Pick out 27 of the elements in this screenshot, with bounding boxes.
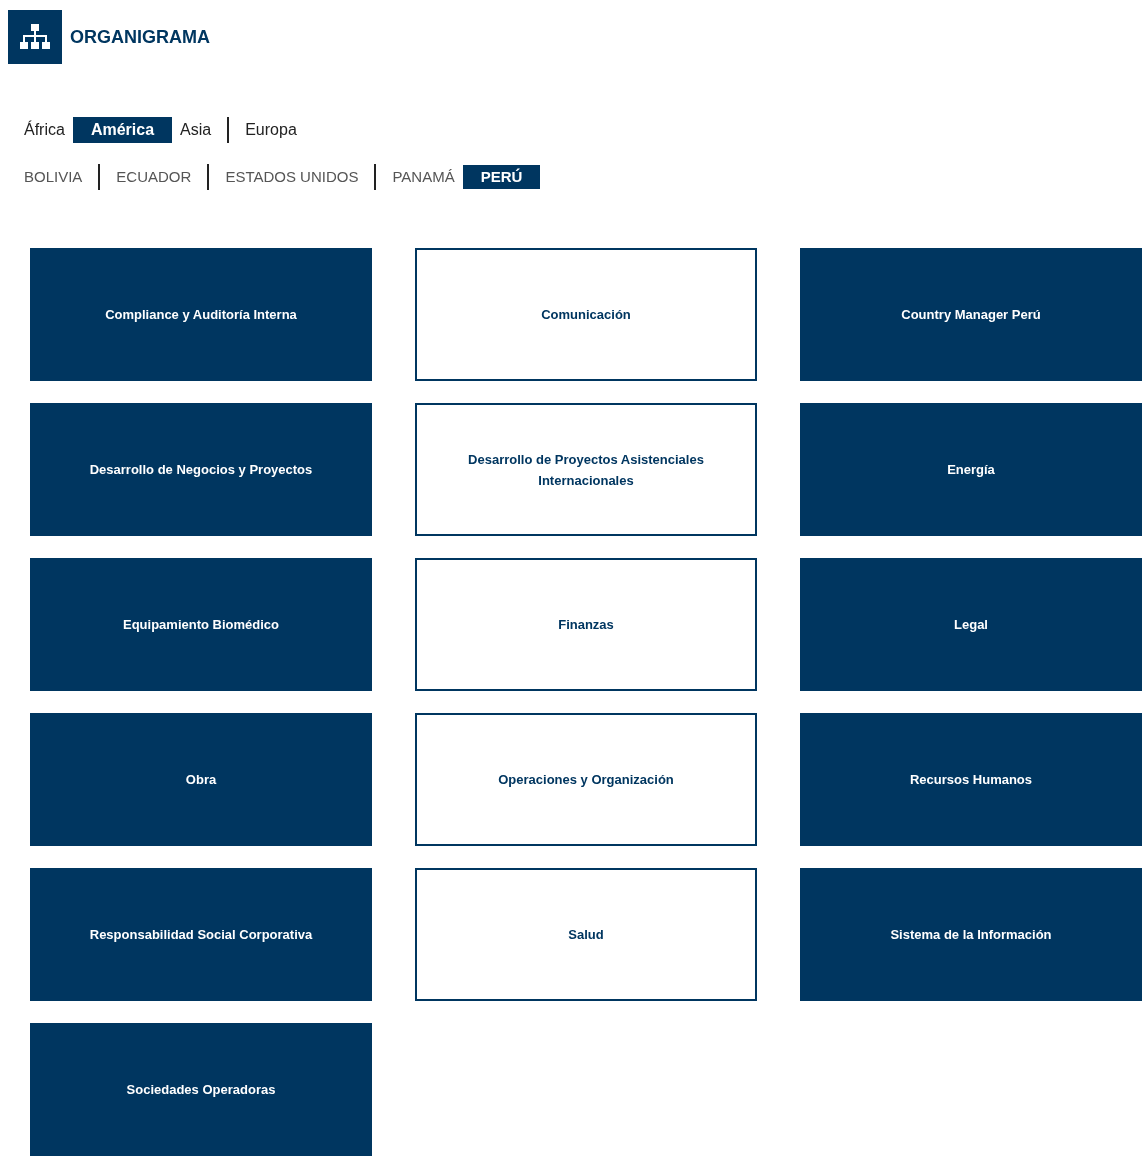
department-card[interactable]: Comunicación (415, 248, 757, 381)
department-card[interactable]: Compliance y Auditoría Interna (30, 248, 372, 381)
region-tab[interactable]: Asia (172, 117, 220, 143)
department-card[interactable]: Finanzas (415, 558, 757, 691)
country-tab[interactable]: PERÚ (462, 164, 541, 190)
country-tab[interactable]: PANAMÁ (384, 164, 463, 190)
department-card[interactable]: Salud (415, 868, 757, 1001)
country-tab[interactable]: ECUADOR (108, 164, 200, 190)
department-card[interactable]: Sociedades Operadoras (30, 1023, 372, 1156)
org-chart-icon (8, 10, 62, 64)
department-card[interactable]: Equipamiento Biomédico (30, 558, 372, 691)
department-card[interactable]: Country Manager Perú (800, 248, 1142, 381)
region-tab[interactable]: África (16, 117, 73, 143)
department-card[interactable]: Recursos Humanos (800, 713, 1142, 846)
region-tab[interactable]: América (72, 117, 173, 143)
department-card[interactable]: Desarrollo de Negocios y Proyectos (30, 403, 372, 536)
department-card[interactable]: Desarrollo de Proyectos Asistenciales Internacionales (415, 403, 757, 536)
department-card[interactable]: Operaciones y Organización (415, 713, 757, 846)
department-card[interactable]: Energía (800, 403, 1142, 536)
department-card[interactable]: Obra (30, 713, 372, 846)
department-card[interactable]: Responsabilidad Social Corporativa (30, 868, 372, 1001)
country-tab[interactable]: ESTADOS UNIDOS (217, 164, 367, 190)
department-card[interactable]: Legal (800, 558, 1142, 691)
country-tab[interactable]: BOLIVIA (16, 164, 91, 190)
department-card[interactable]: Sistema de la Información (800, 868, 1142, 1001)
page-title: ORGANIGRAMA (70, 25, 210, 49)
region-tab[interactable]: Europa (237, 117, 305, 143)
